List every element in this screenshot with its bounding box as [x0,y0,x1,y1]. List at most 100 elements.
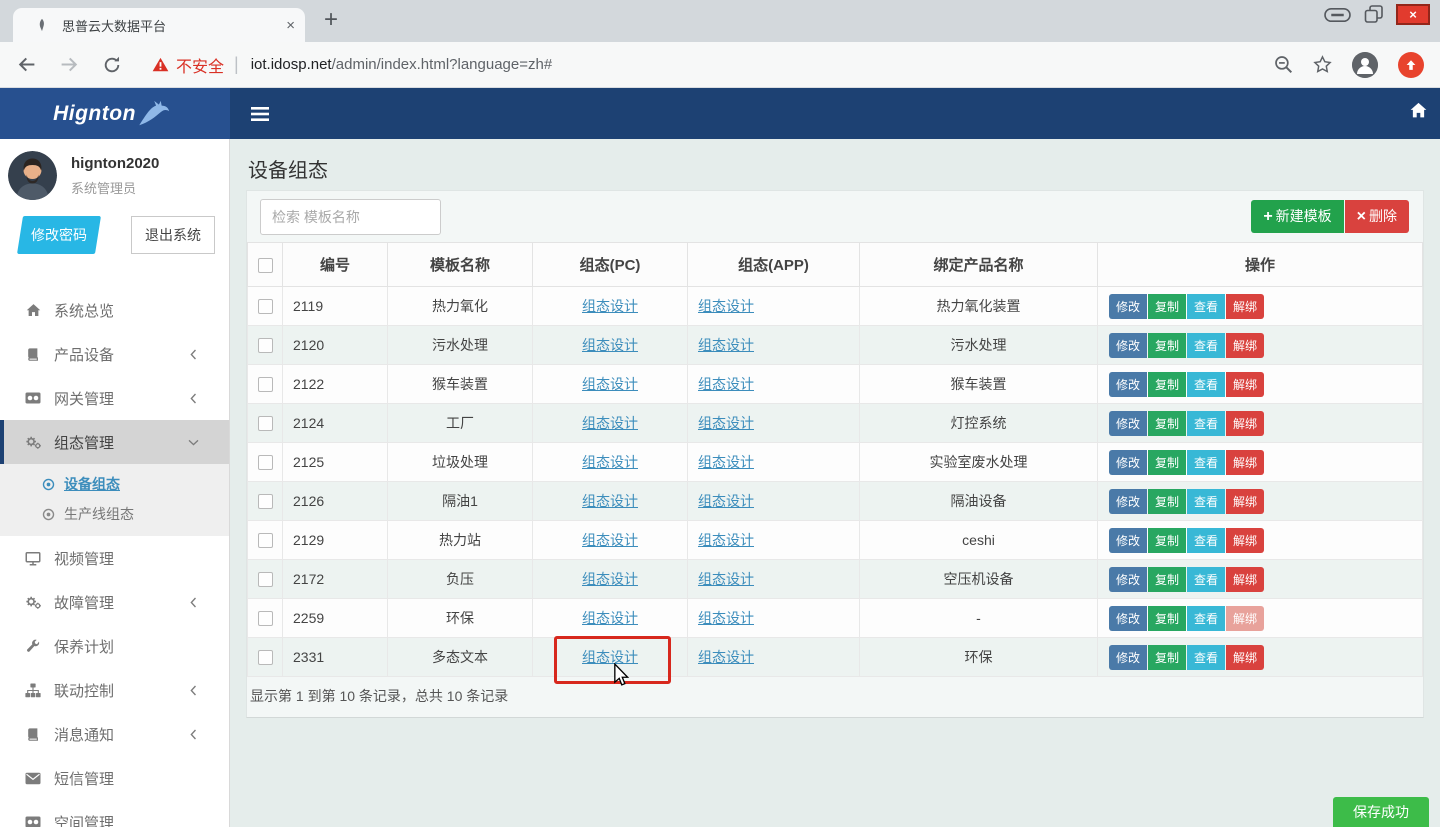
sidebar-item-产品设备[interactable]: 产品设备 [0,332,229,376]
action-unbind-button[interactable]: 解绑 [1226,567,1264,592]
action-view-button[interactable]: 查看 [1187,411,1225,436]
action-unbind-button[interactable]: 解绑 [1226,333,1264,358]
action-unbind-button[interactable]: 解绑 [1226,411,1264,436]
sidebar-item-系统总览[interactable]: 系统总览 [0,288,229,332]
action-copy-button[interactable]: 复制 [1148,645,1186,670]
action-view-button[interactable]: 查看 [1187,372,1225,397]
sidebar-item-网关管理[interactable]: 网关管理 [0,376,229,420]
sidebar-toggle-icon[interactable] [251,107,269,121]
row-checkbox[interactable] [258,416,273,431]
pc-design-link[interactable]: 组态设计 [582,610,638,626]
row-checkbox[interactable] [258,299,273,314]
select-all-checkbox[interactable] [258,258,273,273]
action-view-button[interactable]: 查看 [1187,294,1225,319]
back-icon[interactable] [16,54,37,75]
user-avatar[interactable] [8,151,57,200]
action-unbind-button[interactable]: 解绑 [1226,606,1264,631]
change-password-button[interactable]: 修改密码 [17,216,101,254]
forward-icon[interactable] [59,54,80,75]
action-view-button[interactable]: 查看 [1187,450,1225,475]
sidebar-item-故障管理[interactable]: 故障管理 [0,580,229,624]
app-design-link[interactable]: 组态设计 [698,376,754,392]
action-edit-button[interactable]: 修改 [1109,372,1147,397]
address-bar[interactable]: 不安全 | iot.idosp.net/admin/index.html?lan… [152,53,1262,77]
action-copy-button[interactable]: 复制 [1148,294,1186,319]
browser-profile-icon[interactable] [1352,52,1378,78]
action-unbind-button[interactable]: 解绑 [1226,489,1264,514]
sidebar-item-空间管理[interactable]: 空间管理 [0,800,229,827]
action-view-button[interactable]: 查看 [1187,645,1225,670]
tab-close-icon[interactable]: × [286,17,295,34]
action-copy-button[interactable]: 复制 [1148,372,1186,397]
action-edit-button[interactable]: 修改 [1109,606,1147,631]
row-checkbox[interactable] [258,533,273,548]
zoom-out-icon[interactable] [1274,55,1293,74]
delete-button[interactable]: ×删除 [1345,200,1409,233]
action-edit-button[interactable]: 修改 [1109,567,1147,592]
row-checkbox[interactable] [258,572,273,587]
action-unbind-button[interactable]: 解绑 [1226,294,1264,319]
action-copy-button[interactable]: 复制 [1148,450,1186,475]
app-design-link[interactable]: 组态设计 [698,610,754,626]
action-view-button[interactable]: 查看 [1187,528,1225,553]
extension-boost-icon[interactable] [1398,52,1424,78]
action-edit-button[interactable]: 修改 [1109,333,1147,358]
row-checkbox[interactable] [258,377,273,392]
action-unbind-button[interactable]: 解绑 [1226,372,1264,397]
sidebar-item-保养计划[interactable]: 保养计划 [0,624,229,668]
bookmark-star-icon[interactable] [1313,55,1332,74]
app-design-link[interactable]: 组态设计 [698,571,754,587]
reload-icon[interactable] [102,55,122,75]
action-view-button[interactable]: 查看 [1187,489,1225,514]
action-unbind-button[interactable]: 解绑 [1226,450,1264,475]
pc-design-link[interactable]: 组态设计 [582,532,638,548]
sidebar-subitem-设备组态[interactable]: 设备组态 [0,469,229,499]
row-checkbox[interactable] [258,455,273,470]
restore-icon[interactable] [1363,4,1384,25]
sidebar-item-视频管理[interactable]: 视频管理 [0,536,229,580]
row-checkbox[interactable] [258,338,273,353]
action-copy-button[interactable]: 复制 [1148,489,1186,514]
pc-design-link[interactable]: 组态设计 [582,454,638,470]
pc-design-link[interactable]: 组态设计 [582,493,638,509]
action-view-button[interactable]: 查看 [1187,567,1225,592]
minimize-icon[interactable] [1324,7,1351,23]
new-template-button[interactable]: +新建模板 [1251,200,1343,233]
action-edit-button[interactable]: 修改 [1109,489,1147,514]
pc-design-link[interactable]: 组态设计 [582,649,638,665]
logout-button[interactable]: 退出系统 [131,216,215,254]
action-edit-button[interactable]: 修改 [1109,528,1147,553]
action-copy-button[interactable]: 复制 [1148,567,1186,592]
pc-design-link[interactable]: 组态设计 [582,415,638,431]
action-edit-button[interactable]: 修改 [1109,450,1147,475]
action-edit-button[interactable]: 修改 [1109,294,1147,319]
row-checkbox[interactable] [258,650,273,665]
row-checkbox[interactable] [258,494,273,509]
action-edit-button[interactable]: 修改 [1109,645,1147,670]
app-design-link[interactable]: 组态设计 [698,649,754,665]
app-design-link[interactable]: 组态设计 [698,493,754,509]
app-design-link[interactable]: 组态设计 [698,337,754,353]
sidebar-item-短信管理[interactable]: 短信管理 [0,756,229,800]
pc-design-link[interactable]: 组态设计 [582,376,638,392]
action-copy-button[interactable]: 复制 [1148,606,1186,631]
action-unbind-button[interactable]: 解绑 [1226,528,1264,553]
search-input[interactable] [260,199,441,235]
pc-design-link[interactable]: 组态设计 [582,571,638,587]
browser-tab[interactable]: 思普云大数据平台 × [13,8,305,42]
sidebar-item-组态管理[interactable]: 组态管理 [0,420,229,464]
home-icon[interactable] [1410,102,1427,118]
app-design-link[interactable]: 组态设计 [698,454,754,470]
row-checkbox[interactable] [258,611,273,626]
action-unbind-button[interactable]: 解绑 [1226,645,1264,670]
action-copy-button[interactable]: 复制 [1148,333,1186,358]
new-tab-button[interactable]: + [324,6,338,34]
pc-design-link[interactable]: 组态设计 [582,337,638,353]
app-design-link[interactable]: 组态设计 [698,415,754,431]
sidebar-item-联动控制[interactable]: 联动控制 [0,668,229,712]
action-copy-button[interactable]: 复制 [1148,411,1186,436]
sidebar-item-消息通知[interactable]: 消息通知 [0,712,229,756]
app-design-link[interactable]: 组态设计 [698,298,754,314]
action-view-button[interactable]: 查看 [1187,333,1225,358]
pc-design-link[interactable]: 组态设计 [582,298,638,314]
